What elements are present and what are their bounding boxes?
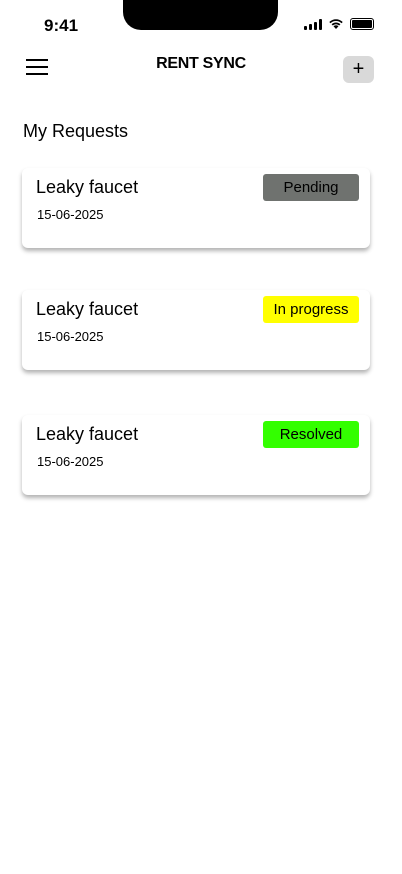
- status-badge: Resolved: [263, 421, 359, 448]
- device-notch: [123, 0, 278, 30]
- status-badge: Pending: [263, 174, 359, 201]
- signal-icon: [304, 18, 322, 30]
- status-time: 9:41: [44, 16, 79, 35]
- add-request-button[interactable]: +: [343, 56, 374, 83]
- status-icons: [304, 18, 374, 30]
- app-title: RENT SYNC: [156, 55, 246, 72]
- request-date: 15-06-2025: [37, 454, 104, 469]
- battery-icon: [350, 18, 374, 30]
- request-title: Leaky faucet: [36, 424, 139, 444]
- wifi-icon: [329, 19, 343, 29]
- status-badge: In progress: [263, 296, 359, 323]
- page-heading: My Requests: [23, 121, 129, 141]
- request-card[interactable]: Leaky faucet 15-06-2025 In progress: [22, 290, 370, 370]
- request-date: 15-06-2025: [37, 207, 104, 222]
- request-date: 15-06-2025: [37, 329, 104, 344]
- request-card[interactable]: Leaky faucet 15-06-2025 Resolved: [22, 415, 370, 495]
- request-title: Leaky faucet: [36, 177, 139, 197]
- request-card[interactable]: Leaky faucet 15-06-2025 Pending: [22, 168, 370, 248]
- request-title: Leaky faucet: [36, 299, 139, 319]
